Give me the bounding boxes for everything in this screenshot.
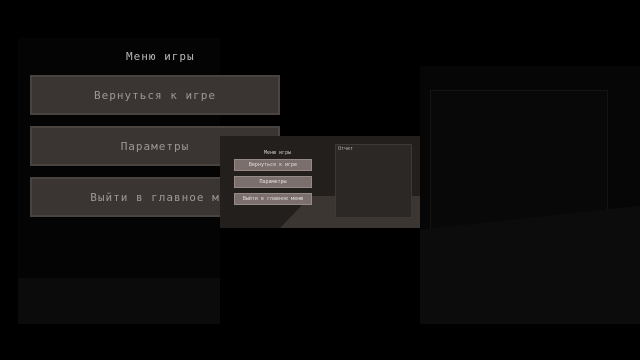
- center-menu-title: Меню игры: [264, 150, 292, 156]
- left-menu-title: Меню игры: [126, 50, 195, 63]
- left-resume-button[interactable]: Вернуться к игре: [30, 75, 280, 115]
- resume-button[interactable]: Вернуться к игре: [234, 159, 312, 171]
- report-label: Отчет: [338, 146, 354, 152]
- center-pause-panel: Меню игры Вернуться к игре Параметры Вый…: [220, 136, 420, 228]
- quit-to-menu-button[interactable]: Выйти в главное меню: [234, 193, 312, 205]
- game-screen: { "left_menu": { "title": "Меню игры", "…: [0, 0, 640, 360]
- left-floor-shadow: [18, 278, 220, 324]
- options-button[interactable]: Параметры: [234, 176, 312, 188]
- right-faded-scene: [420, 66, 640, 324]
- report-panel: Отчет: [335, 144, 412, 218]
